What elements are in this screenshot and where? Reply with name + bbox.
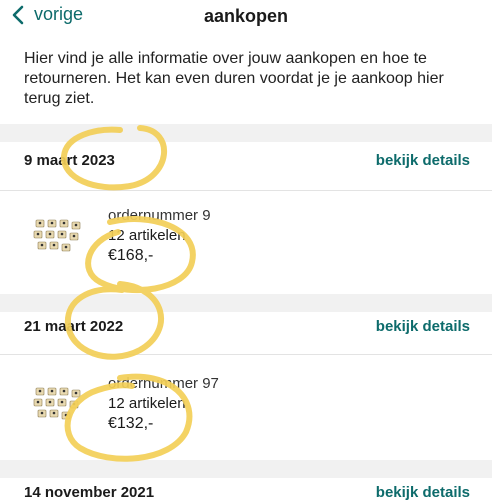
order-info: ordernummer 9 12 artikelen €168,-: [108, 206, 211, 266]
order-date: 9 maart 2023: [24, 151, 115, 169]
order-header: 9 maart 2023 bekijk details: [24, 148, 470, 172]
order-header: 21 maart 2022 bekijk details: [24, 314, 470, 338]
order-section: 9 maart 2023 bekijk details ordernummer …: [0, 142, 492, 292]
section-separator: [0, 460, 492, 478]
view-details-link[interactable]: bekijk details: [376, 318, 470, 335]
view-details-link[interactable]: bekijk details: [376, 152, 470, 169]
item-count: 12 artikelen: [108, 395, 186, 412]
product-thumbnail: [33, 387, 81, 420]
order-summary[interactable]: ordernummer 97 12 artikelen €132,-: [0, 374, 492, 454]
intro-text: Hier vind je alle informatie over jouw a…: [24, 50, 444, 107]
order-price: €168,-: [108, 247, 154, 264]
order-price: €132,-: [108, 415, 154, 432]
page-title: aankopen: [203, 6, 289, 26]
order-section: 21 maart 2022 bekijk details ordernummer…: [0, 312, 492, 462]
order-section: 14 november 2021 bekijk details: [0, 478, 492, 500]
divider: [0, 190, 492, 191]
section-separator: [0, 294, 492, 312]
divider: [0, 354, 492, 355]
order-info: ordernummer 97 12 artikelen €132,-: [108, 374, 219, 434]
item-count: 12 artikelen: [108, 227, 186, 244]
nav-bar: vorige aankopen: [0, 0, 492, 36]
product-thumbnail: [33, 219, 81, 252]
order-date: 21 maart 2022: [24, 317, 124, 335]
order-header: 14 november 2021 bekijk details: [24, 480, 470, 500]
section-separator: [0, 124, 492, 142]
order-summary[interactable]: ordernummer 9 12 artikelen €168,-: [0, 206, 492, 286]
order-number: ordernummer 97: [108, 375, 219, 392]
view-details-link[interactable]: bekijk details: [376, 484, 470, 500]
order-date: 14 november 2021: [24, 483, 155, 500]
order-number: ordernummer 9: [108, 207, 211, 224]
